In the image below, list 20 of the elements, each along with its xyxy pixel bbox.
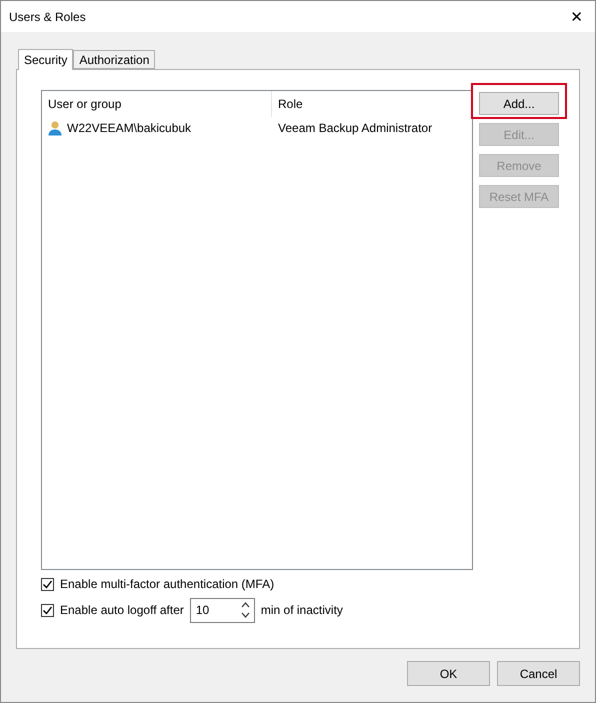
minutes-spinbox[interactable]: 10 (190, 598, 255, 622)
checkbox-label: Enable multi-factor authentication (MFA) (60, 577, 274, 591)
tab[interactable]: Authorization (73, 50, 156, 69)
units-label: min of inactivity (260, 603, 343, 617)
checkbox[interactable] (41, 578, 54, 590)
tab[interactable]: Security (18, 49, 74, 70)
close-button[interactable]: ✕ (566, 8, 587, 26)
table-row[interactable]: W22VEEAM\bakicubuk Veeam Backup Administrator (42, 117, 472, 139)
checkbox-label: Enable auto logoff after (60, 603, 184, 617)
checkbox[interactable] (41, 604, 54, 616)
window-title: Users & Roles (9, 10, 86, 24)
table-cell: W22VEEAM\bakicubuk (67, 121, 192, 135)
dialog-button[interactable]: OK (407, 661, 490, 686)
table-cell: Veeam Backup Administrator (278, 121, 432, 135)
column-header[interactable]: User or group (42, 91, 272, 117)
spin-arrows-icon[interactable] (240, 601, 250, 619)
dialog-button[interactable]: Cancel (497, 661, 580, 686)
action-button[interactable]: Add... (479, 92, 559, 115)
user-icon (48, 120, 62, 136)
column-header[interactable]: Role (272, 91, 472, 117)
